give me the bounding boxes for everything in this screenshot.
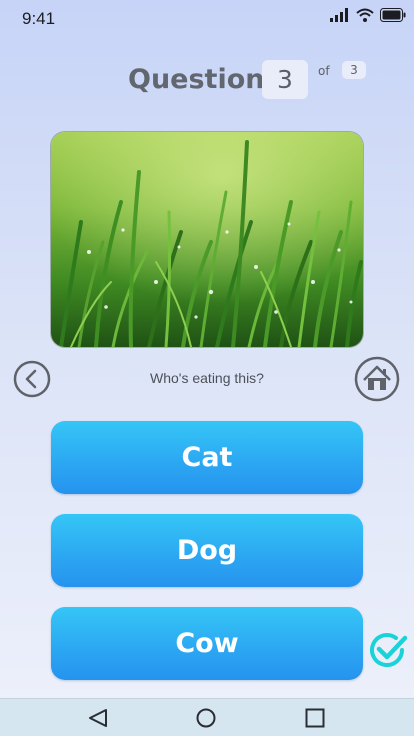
- question-of-label: of: [318, 64, 330, 78]
- answer-button-dog[interactable]: Dog: [51, 514, 363, 587]
- battery-icon: [380, 7, 406, 26]
- home-icon: [354, 356, 400, 402]
- answer-button-cow[interactable]: Cow: [51, 607, 363, 680]
- home-circle-icon[interactable]: [194, 706, 218, 730]
- signal-icon: [330, 7, 350, 26]
- quiz-screen: 9:41 Question 3 of 3 Who's eating this? …: [0, 0, 414, 736]
- correct-check-icon: [368, 630, 408, 670]
- back-triangle-icon[interactable]: [86, 706, 110, 730]
- back-button[interactable]: [13, 360, 51, 398]
- status-time: 9:41: [22, 9, 56, 28]
- question-prompt: Who's eating this?: [150, 370, 264, 386]
- recents-square-icon[interactable]: [303, 706, 327, 730]
- status-icons: [330, 7, 406, 26]
- answer-button-cat[interactable]: Cat: [51, 421, 363, 494]
- question-number: 3: [262, 60, 308, 99]
- home-button[interactable]: [353, 355, 401, 403]
- chevron-left-icon: [13, 360, 51, 398]
- grass-photo: [51, 132, 363, 347]
- system-navigation-bar: [0, 698, 414, 736]
- question-total: 3: [342, 61, 366, 79]
- wifi-icon: [356, 7, 374, 26]
- question-label: Question: [128, 64, 265, 95]
